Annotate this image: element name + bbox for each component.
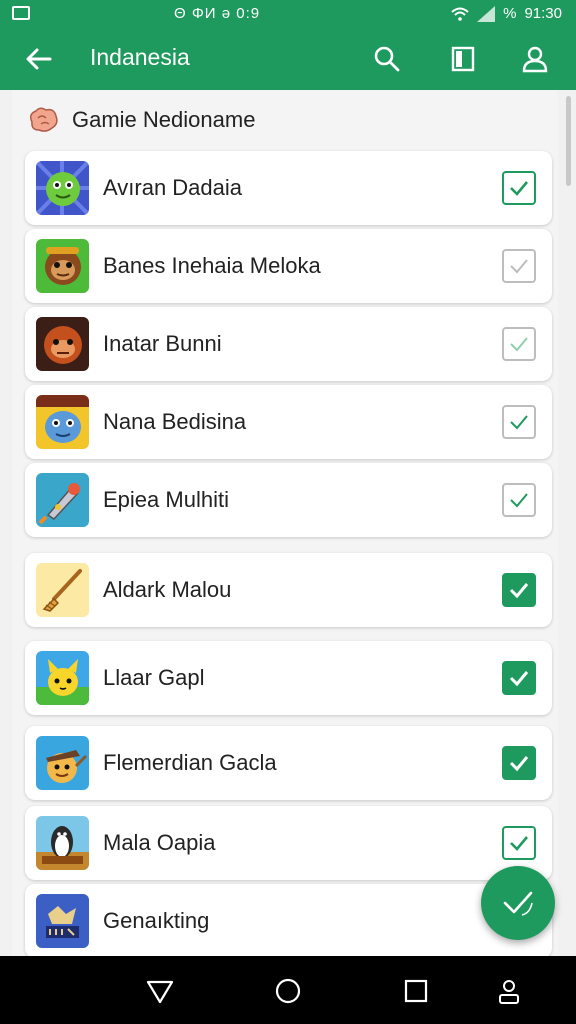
penguin-icon [36, 816, 89, 870]
book-icon[interactable] [446, 42, 480, 76]
hatted-character-icon [36, 736, 89, 790]
rocket-icon [36, 473, 89, 527]
check-icon [510, 415, 528, 430]
status-bar: Θ ΦИ ə 0:9 % 91:30 [0, 0, 576, 28]
list-item[interactable]: Inatar Bunni [25, 307, 552, 381]
battery-indicator: % [503, 5, 517, 22]
list-item[interactable]: Genaıkting [25, 884, 552, 958]
list-item[interactable]: Nana Bedisina [25, 385, 552, 459]
list-item[interactable]: Flemerdian Gacla [25, 726, 552, 800]
game-name: Llaar Gapl [103, 665, 205, 690]
check-icon [509, 671, 529, 687]
checkbox[interactable] [502, 249, 536, 283]
game-name: Banes Inehaia Meloka [103, 253, 321, 278]
check-icon [510, 337, 528, 352]
list-item[interactable]: Aldark Malou [25, 553, 552, 627]
list-item[interactable]: Banes Inehaia Meloka [25, 229, 552, 303]
checkbox[interactable] [502, 661, 536, 695]
check-icon [510, 836, 528, 851]
status-time: 91:30 [524, 5, 562, 22]
green-alien-icon [36, 161, 89, 215]
yellow-creature-icon [36, 651, 89, 705]
game-name: Epiea Mulhiti [103, 487, 229, 512]
system-nav-bar [0, 956, 576, 1024]
blue-creature-icon [36, 395, 89, 449]
check-icon [510, 259, 528, 274]
page-title: Indanesia [90, 44, 190, 70]
recents-square-icon[interactable] [401, 976, 431, 1006]
checkbox[interactable] [502, 826, 536, 860]
signal-icon [477, 5, 496, 22]
monkey-icon [36, 239, 89, 293]
wifi-icon [451, 7, 469, 21]
game-name: Mala Oapia [103, 830, 216, 855]
search-icon[interactable] [370, 42, 404, 76]
check-icon [510, 181, 528, 196]
checkbox[interactable] [502, 746, 536, 780]
section-title: Gamie Nedioname [72, 107, 256, 132]
back-arrow-icon[interactable] [22, 42, 56, 76]
game-name: Inatar Bunni [103, 331, 222, 356]
app-bar: Indanesia [0, 28, 576, 90]
scrollbar[interactable] [566, 96, 571, 186]
game-name: Nana Bedisina [103, 409, 247, 434]
check-icon [503, 891, 533, 916]
checkbox[interactable] [502, 483, 536, 517]
game-name: Genaıkting [103, 908, 210, 933]
brain-icon [29, 107, 58, 132]
checkbox[interactable] [502, 327, 536, 361]
list-item[interactable]: Mala Oapia [25, 806, 552, 880]
check-icon [509, 756, 529, 772]
confirm-fab-button[interactable] [481, 866, 555, 940]
bat-logo-icon [36, 894, 89, 948]
game-name: Aldark Malou [103, 577, 232, 602]
list-item[interactable]: Epiea Mulhiti [25, 463, 552, 537]
ape-icon [36, 317, 89, 371]
list-item[interactable]: Avıran Dadaia [25, 151, 552, 225]
game-name: Flemerdian Gacla [103, 750, 277, 775]
game-name: Avıran Dadaia [103, 175, 243, 200]
section-header: Gamie Nedioname [26, 100, 255, 140]
broom-icon [36, 563, 89, 617]
list-item[interactable]: Llaar Gapl [25, 641, 552, 715]
notification-icons: Θ ΦИ ə 0:9 [174, 5, 261, 22]
checkbox[interactable] [502, 171, 536, 205]
home-circle-icon[interactable] [273, 976, 303, 1006]
image-notification-icon [12, 6, 30, 20]
checkbox[interactable] [502, 573, 536, 607]
check-icon [510, 493, 528, 508]
checkbox[interactable] [502, 405, 536, 439]
back-triangle-icon[interactable] [145, 976, 175, 1006]
account-icon[interactable] [518, 42, 552, 76]
check-icon [509, 583, 529, 599]
person-icon[interactable] [494, 976, 524, 1006]
